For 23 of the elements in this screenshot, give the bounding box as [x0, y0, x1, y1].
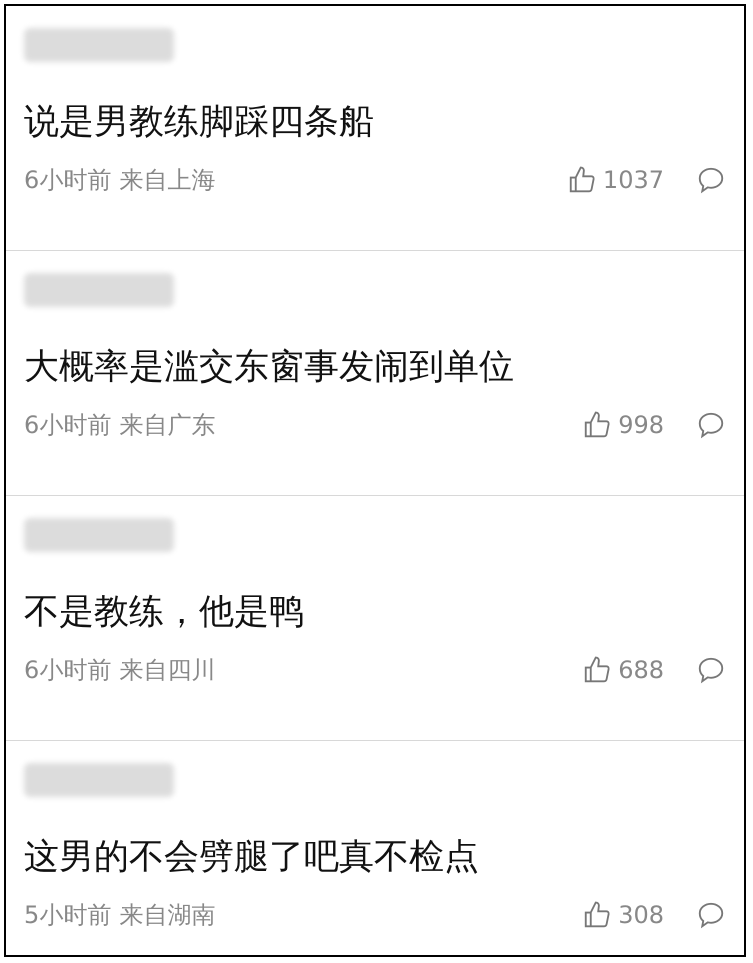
- comment-icon[interactable]: [696, 410, 726, 440]
- comment-location: 来自广东: [119, 410, 216, 441]
- comment-time: 6小时前: [24, 655, 112, 686]
- comment-text: 这男的不会劈腿了吧真不检点: [24, 836, 480, 879]
- like-count: 308: [618, 900, 664, 931]
- like-count: 998: [618, 410, 664, 441]
- thumbs-up-icon[interactable]: [582, 655, 612, 685]
- comment-icon[interactable]: [696, 900, 726, 930]
- comment-icon[interactable]: [696, 655, 726, 685]
- comment-text: 大概率是滥交东窗事发闹到单位: [24, 346, 515, 389]
- comment-time: 6小时前: [24, 410, 112, 441]
- comment-location: 来自湖南: [119, 900, 216, 931]
- comment-text: 不是教练，他是鸭: [24, 591, 305, 634]
- like-count: 1037: [602, 165, 664, 196]
- thumbs-up-icon[interactable]: [582, 410, 612, 440]
- comment-icon[interactable]: [696, 165, 726, 195]
- comment-time: 5小时前: [24, 900, 112, 931]
- comment-location: 来自四川: [119, 655, 216, 686]
- comment-text: 说是男教练脚踩四条船: [24, 101, 375, 144]
- thumbs-up-icon[interactable]: [582, 900, 612, 930]
- like-count: 688: [618, 655, 664, 686]
- comment-location: 来自上海: [119, 165, 216, 196]
- comment-time: 6小时前: [24, 165, 112, 196]
